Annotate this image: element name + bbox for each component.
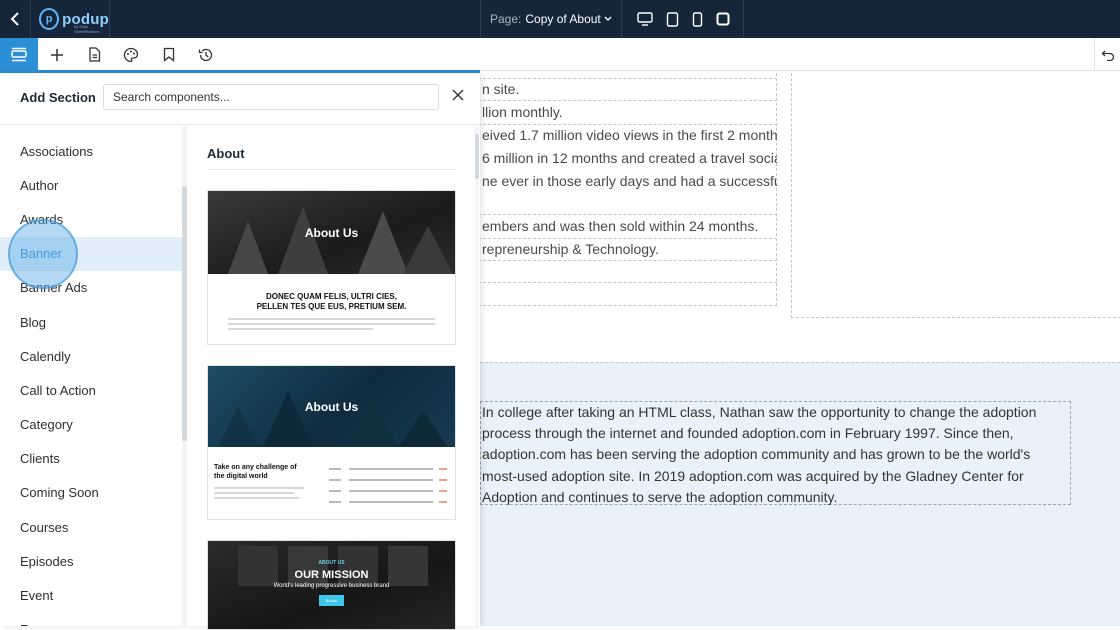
bookmark-icon <box>163 47 175 62</box>
theme-button[interactable] <box>112 38 150 71</box>
category-item-banner-ads[interactable]: Banner Ads <box>0 271 182 305</box>
canvas-text-line[interactable]: 6 million in 12 months and created a tra… <box>480 148 777 169</box>
plus-icon <box>51 48 63 61</box>
add-section-panel: Add Section Associations Author Awards B… <box>0 73 480 630</box>
sections-button[interactable] <box>0 38 38 71</box>
undo-icon <box>1101 50 1114 61</box>
category-item-event[interactable]: Event <box>0 578 182 612</box>
card-heading: Take on any challenge of the digital wor… <box>214 463 309 507</box>
card-heading-line: Take on any challenge of <box>214 464 297 471</box>
mobile-icon[interactable] <box>692 11 703 27</box>
back-button[interactable] <box>0 0 30 38</box>
pages-button[interactable] <box>75 38 113 71</box>
page-label: Page: <box>490 12 522 26</box>
card-hero-button: Button <box>318 595 345 606</box>
chevron-left-icon <box>10 12 19 26</box>
device-switcher <box>624 0 744 38</box>
card-body: Take on any challenge of the digital wor… <box>208 447 455 507</box>
page-name: Copy of About <box>525 12 601 26</box>
top-bar: p podup by Gaia StreetPlatform Page: Cop… <box>0 0 1120 38</box>
card-preview-image: About Us <box>208 191 455 274</box>
editor-toolbar <box>0 38 1120 71</box>
card-hero-kicker: ABOUT US <box>318 560 345 566</box>
canvas-text-line[interactable]: eived 1.7 million video views in the fir… <box>480 125 777 146</box>
canvas-text-line[interactable]: repreneurship & Technology. <box>480 239 777 260</box>
divider <box>480 214 777 215</box>
component-card-about-2[interactable]: About Us Take on any challenge of the di… <box>207 365 456 520</box>
card-hero-text: About Us <box>304 225 359 240</box>
card-heading-line: DONEC QUAM FELIS, ULTRI CIES, <box>266 292 397 301</box>
add-button[interactable] <box>38 38 76 71</box>
gallery-scrollbar[interactable] <box>475 126 479 626</box>
chevron-down-icon <box>604 16 612 21</box>
gallery-title: About <box>207 146 245 161</box>
gallery-scrollbar-thumb[interactable] <box>475 134 479 179</box>
image-column-frame <box>791 72 1120 318</box>
fullscreen-icon[interactable] <box>716 12 730 26</box>
category-item-awards[interactable]: Awards <box>0 202 182 236</box>
tablet-icon[interactable] <box>666 11 679 27</box>
canvas-text-line[interactable]: ne ever in those early days and had a su… <box>480 171 777 192</box>
divider <box>0 124 480 125</box>
category-item-call-to-action[interactable]: Call to Action <box>0 373 182 407</box>
close-button[interactable] <box>449 86 467 104</box>
category-item-coming-soon[interactable]: Coming Soon <box>0 476 182 510</box>
divider <box>480 282 777 283</box>
card-hero-text: About Us <box>304 399 359 414</box>
paragraph-block[interactable]: In college after taking an HTML class, N… <box>480 401 1071 505</box>
category-item-clients[interactable]: Clients <box>0 442 182 476</box>
component-card-about-3[interactable]: ABOUT US OUR MISSION World's leading pro… <box>207 540 456 630</box>
page-canvas[interactable]: n site. llion monthly. eived 1.7 million… <box>480 72 1120 626</box>
sections-icon <box>11 47 27 61</box>
panel-title: Add Section <box>20 90 96 105</box>
history-button[interactable] <box>187 38 225 71</box>
canvas-text-line[interactable]: embers and was then sold within 24 month… <box>480 216 777 237</box>
card-preview-image: About Us <box>208 366 455 447</box>
divider <box>207 169 456 170</box>
history-icon <box>198 48 213 61</box>
logo-subtitle: by Gaia StreetPlatform <box>74 24 100 34</box>
logo-mark: p <box>39 8 60 30</box>
bookmark-button[interactable] <box>150 38 188 71</box>
canvas-text-line[interactable]: n site. <box>480 79 777 100</box>
component-card-about-1[interactable]: About Us DONEC QUAM FELIS, ULTRI CIES, P… <box>207 190 456 345</box>
logo[interactable]: p podup by Gaia StreetPlatform <box>30 0 110 38</box>
category-item-author[interactable]: Author <box>0 168 182 202</box>
palette-icon <box>123 47 139 62</box>
card-skill-bars <box>309 463 447 507</box>
category-item-partial[interactable]: F <box>0 613 182 626</box>
card-heading: DONEC QUAM FELIS, ULTRI CIES, PELLEN TES… <box>208 292 455 312</box>
card-hero-text: OUR MISSION <box>294 569 369 581</box>
card-placeholder-text <box>228 318 435 330</box>
card-preview-image: ABOUT US OUR MISSION World's leading pro… <box>208 541 455 629</box>
card-heading-line: PELLEN TES QUE EUS, PRETIUM SEM. <box>256 302 407 311</box>
card-hero-subtitle: World's leading progressive business bra… <box>273 583 390 589</box>
page-selector[interactable]: Page: Copy of About <box>480 0 622 38</box>
card-heading-line: the digital world <box>214 473 268 480</box>
divider <box>480 260 777 261</box>
canvas-text-line[interactable]: llion monthly. <box>480 102 777 123</box>
category-item-associations[interactable]: Associations <box>0 134 182 168</box>
category-item-episodes[interactable]: Episodes <box>0 544 182 578</box>
page-icon <box>88 47 100 62</box>
category-item-banner[interactable]: Banner <box>0 236 182 271</box>
desktop-icon[interactable] <box>636 12 653 26</box>
divider <box>480 100 777 101</box>
category-item-category[interactable]: Category <box>0 408 182 442</box>
category-item-courses[interactable]: Courses <box>0 510 182 544</box>
category-list: Associations Author Awards Banner Banner… <box>0 134 182 626</box>
close-icon <box>452 89 464 101</box>
component-gallery: About About Us DONEC QUAM FELIS, ULTRI C… <box>187 126 480 630</box>
undo-button[interactable] <box>1094 38 1120 71</box>
category-item-calendly[interactable]: Calendly <box>0 339 182 373</box>
category-item-blog[interactable]: Blog <box>0 305 182 339</box>
search-input[interactable] <box>103 84 439 110</box>
